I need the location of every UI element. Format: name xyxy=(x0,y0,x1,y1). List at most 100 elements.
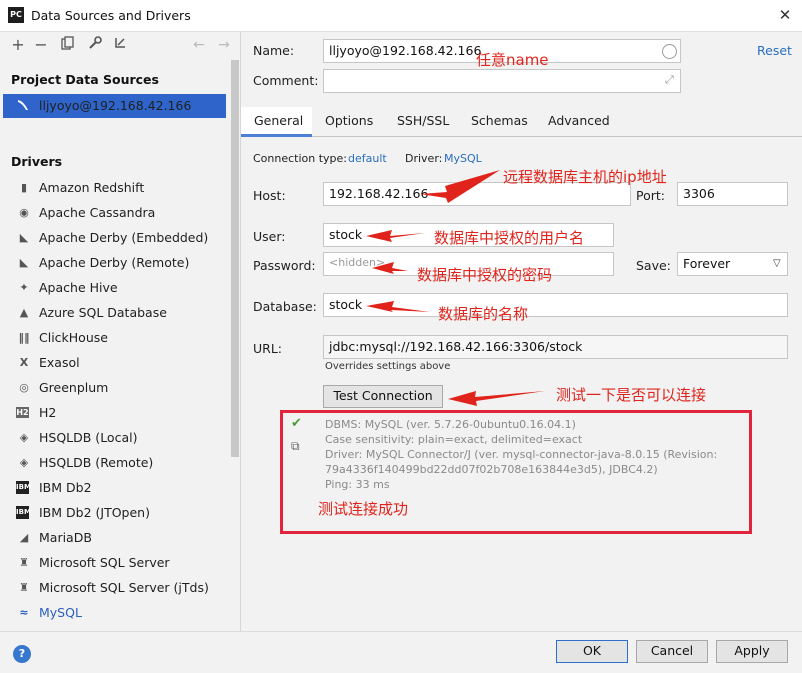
hsqldb-icon: ◈ xyxy=(19,456,29,469)
hat-icon: ◣ xyxy=(19,231,29,244)
h2-icon: H2 xyxy=(16,407,29,418)
drivers-list: ▮ Amazon Redshift ◉ Apache Cassandra ◣ Apac… xyxy=(0,175,228,625)
annotation-host: 远程数据库主机的ip地址 xyxy=(503,168,667,186)
cancel-button[interactable]: Cancel xyxy=(636,640,708,663)
driver-label: Driver: xyxy=(405,152,443,165)
forward-icon[interactable]: → xyxy=(215,36,233,54)
ibm-icon: IBM xyxy=(16,481,31,494)
driver-item-ibm-db2[interactable]: IBM IBM Db2 xyxy=(0,475,228,500)
pycharm-app-icon: PC xyxy=(8,7,24,23)
project-data-source-item[interactable]: lljyoyo@192.168.42.166 xyxy=(3,94,226,118)
database-label: Database: xyxy=(253,299,317,314)
port-label: Port: xyxy=(636,188,665,203)
name-label: Name: xyxy=(253,43,295,58)
title-bar: PC Data Sources and Drivers ✕ xyxy=(0,0,802,32)
expand-icon[interactable]: ⤢ xyxy=(665,73,674,87)
driver-item-apache-hive[interactable]: ✦ Apache Hive xyxy=(0,275,228,300)
driver-item-azure-sql-database[interactable]: ▲ Azure SQL Database xyxy=(0,300,228,325)
tab-schemas[interactable]: Schemas xyxy=(471,113,528,128)
driver-item-apache-derby-embedded[interactable]: ◣ Apache Derby (Embedded) xyxy=(0,225,228,250)
tab-active-indicator xyxy=(241,134,312,137)
project-data-sources-heading: Project Data Sources xyxy=(11,72,159,87)
remove-icon[interactable]: − xyxy=(32,36,50,54)
url-note: Overrides settings above xyxy=(325,361,451,372)
driver-item-mariadb[interactable]: ◢ MariaDB xyxy=(0,525,228,550)
eye-icon: ◉ xyxy=(19,206,29,219)
dolphin-icon: ≈ xyxy=(19,606,29,619)
password-label: Password: xyxy=(253,258,316,273)
apply-button[interactable]: Apply xyxy=(716,640,788,663)
ibm-icon: IBM xyxy=(16,506,31,519)
bars-icon: ‖‖ xyxy=(18,331,30,344)
tab-advanced[interactable]: Advanced xyxy=(548,113,610,128)
annotation-test: 测试一下是否可以连接 xyxy=(556,386,707,404)
drivers-heading: Drivers xyxy=(11,154,63,169)
left-scrollbar-thumb[interactable] xyxy=(231,60,239,457)
driver-item-greenplum[interactable]: ◎ Greenplum xyxy=(0,375,228,400)
test-connection-button[interactable]: Test Connection xyxy=(323,385,443,408)
driver-item-apache-derby-remote[interactable]: ◣ Apache Derby (Remote) xyxy=(0,250,228,275)
url-label: URL: xyxy=(253,341,283,356)
driver-item-hsqldb-local[interactable]: ◈ HSQLDB (Local) xyxy=(0,425,228,450)
chevron-down-icon[interactable]: ▽ xyxy=(773,258,781,269)
driver-item-amazon-redshift[interactable]: ▮ Amazon Redshift xyxy=(0,175,228,200)
add-icon[interactable]: + xyxy=(9,36,27,54)
driver-item-clickhouse[interactable]: ‖‖ ClickHouse xyxy=(0,325,228,350)
back-icon[interactable]: ← xyxy=(190,36,208,54)
window-title: Data Sources and Drivers xyxy=(31,8,191,23)
color-circle-icon[interactable] xyxy=(662,44,677,59)
host-label: Host: xyxy=(253,188,286,203)
greenplum-icon: ◎ xyxy=(19,381,29,394)
sqlserver-icon: ♜ xyxy=(19,581,29,594)
close-icon[interactable]: ✕ xyxy=(773,3,797,27)
driver-item-microsoft-sql-server-jtds[interactable]: ♜ Microsoft SQL Server (jTds) xyxy=(0,575,228,600)
left-toolbar: + − ← → xyxy=(0,32,240,58)
driver-item-mysql[interactable]: ≈ MySQL xyxy=(0,600,228,625)
dolphin-icon xyxy=(15,98,31,114)
annotation-success: 测试连接成功 xyxy=(318,500,409,518)
comment-field[interactable] xyxy=(323,69,681,93)
left-panel: + − ← → Project Data Sources lljyoyo@192… xyxy=(0,32,241,631)
tab-general[interactable]: General xyxy=(254,113,303,128)
driver-item-apache-cassandra[interactable]: ◉ Apache Cassandra xyxy=(0,200,228,225)
user-label: User: xyxy=(253,229,286,244)
x-icon: X xyxy=(19,356,29,369)
annotation-database: 数据库的名称 xyxy=(438,305,529,323)
database-field[interactable]: stock xyxy=(323,293,788,317)
jump-icon[interactable] xyxy=(111,36,129,54)
sqlserver-icon: ♜ xyxy=(19,556,29,569)
seal-icon: ◢ xyxy=(19,531,29,544)
save-label: Save: xyxy=(636,258,671,273)
right-panel: Name: lljyoyo@192.168.42.166 Reset Comme… xyxy=(241,32,802,631)
url-field[interactable]: jdbc:mysql://192.168.42.166:3306/stock xyxy=(323,335,788,359)
driver-item-h2[interactable]: H2 H2 xyxy=(0,400,228,425)
annotation-password: 数据库中授权的密码 xyxy=(417,266,553,284)
azure-icon: ▲ xyxy=(19,306,29,319)
bee-icon: ✦ xyxy=(19,281,29,294)
driver-item-ibm-db2-jtopen[interactable]: IBM IBM Db2 (JTOpen) xyxy=(0,500,228,525)
project-data-source-label: lljyoyo@192.168.42.166 xyxy=(39,98,192,113)
reset-link[interactable]: Reset xyxy=(757,43,792,58)
save-select[interactable]: Forever xyxy=(677,252,788,276)
help-icon[interactable]: ? xyxy=(13,645,31,663)
annotation-name: 任意name xyxy=(476,51,549,69)
driver-item-exasol[interactable]: X Exasol xyxy=(0,350,228,375)
duplicate-icon[interactable] xyxy=(59,36,77,54)
comment-label: Comment: xyxy=(253,73,319,88)
ok-button[interactable]: OK xyxy=(556,640,628,663)
driver-item-hsqldb-remote[interactable]: ◈ HSQLDB (Remote) xyxy=(0,450,228,475)
tab-bar: General Options SSH/SSL Schemas Advanced xyxy=(241,107,802,137)
annotation-user: 数据库中授权的用户名 xyxy=(434,229,585,247)
save-select-value: Forever xyxy=(683,256,731,271)
connection-type-label: Connection type: xyxy=(253,152,348,165)
driver-link[interactable]: MySQL xyxy=(444,152,482,165)
wrench-icon[interactable] xyxy=(86,36,104,54)
hsqldb-icon: ◈ xyxy=(19,431,29,444)
hat-icon: ◣ xyxy=(19,256,29,269)
tab-options[interactable]: Options xyxy=(325,113,373,128)
driver-item-microsoft-sql-server[interactable]: ♜ Microsoft SQL Server xyxy=(0,550,228,575)
connection-type-link[interactable]: default xyxy=(348,152,387,165)
db-cylinder-icon: ▮ xyxy=(20,181,28,194)
port-field[interactable]: 3306 xyxy=(677,182,788,206)
tab-ssh-ssl[interactable]: SSH/SSL xyxy=(397,113,449,128)
